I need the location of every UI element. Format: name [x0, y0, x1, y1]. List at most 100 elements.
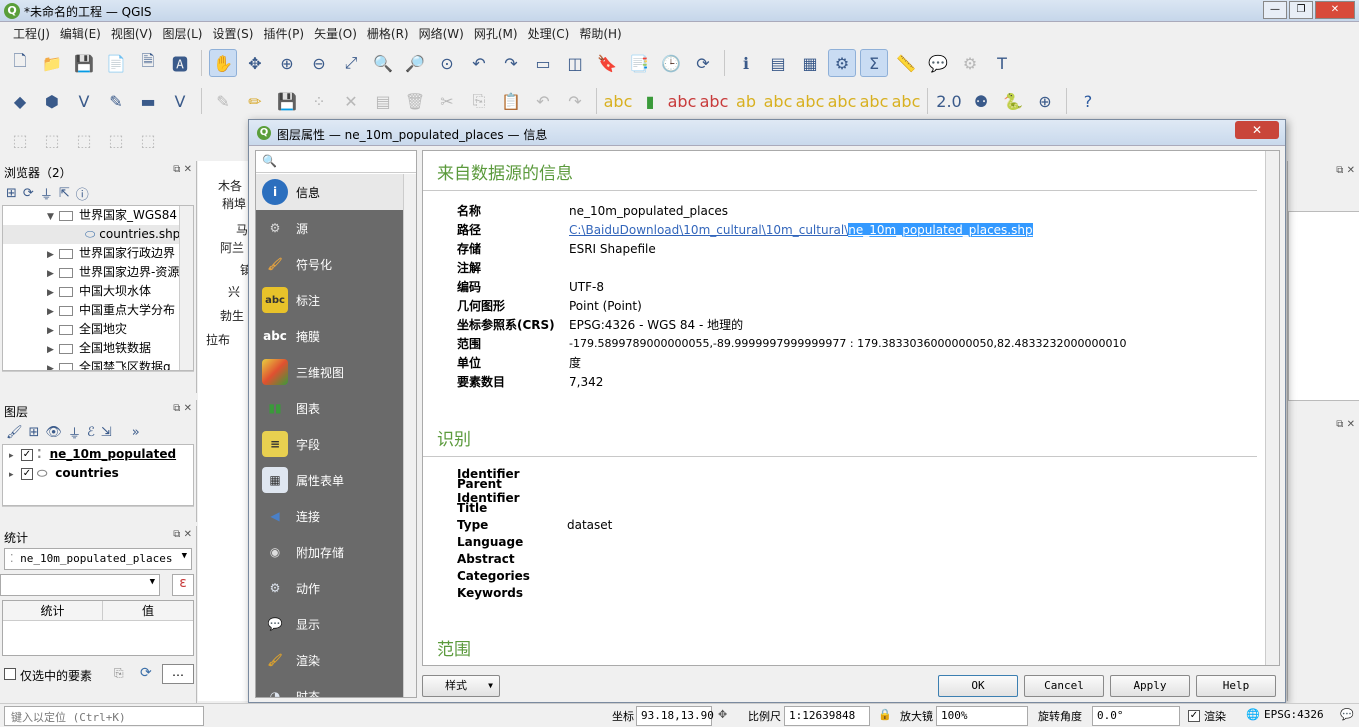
path-link-selected[interactable]: ne_10m_populated_places.shp — [848, 222, 1033, 237]
nav-item-masks[interactable]: abc 掩膜 — [256, 318, 404, 354]
add-part-icon[interactable]: ⬚ — [6, 126, 34, 154]
help-button[interactable]: Help — [1196, 675, 1276, 697]
virtual-layer-icon[interactable]: V — [166, 87, 194, 115]
redo-icon[interactable]: ↷ — [561, 87, 589, 115]
label-toolbar-icon[interactable]: abc — [604, 87, 633, 115]
deselect-icon[interactable]: ⬚ — [102, 126, 130, 154]
content-scrollbar[interactable] — [1265, 151, 1279, 665]
highlight-labels-icon[interactable]: abc — [700, 87, 729, 115]
locator-search-input[interactable]: 键入以定位 (Ctrl+K) — [4, 706, 204, 726]
new-layer-icon[interactable]: ⬢ — [38, 87, 66, 115]
close-window-button[interactable]: ✕ — [1315, 1, 1355, 19]
zoom-in-icon[interactable]: ⊕ — [273, 49, 301, 77]
zoom-last-icon[interactable]: ↶ — [465, 49, 493, 77]
add-selected-layers-icon[interactable]: ⊞ — [6, 186, 17, 201]
collapse-all-icon[interactable]: ⇱ — [59, 186, 70, 201]
menu-mesh[interactable]: 网孔(M) — [469, 22, 523, 44]
pan-to-selection-icon[interactable]: ✥ — [241, 49, 269, 77]
dock-float-close-icon[interactable]: ⧉ ✕ — [1336, 419, 1355, 430]
save-project-icon[interactable]: 💾 — [70, 49, 98, 77]
identify-features-icon[interactable]: ℹ — [732, 49, 760, 77]
new-map-view-icon[interactable]: ▭ — [529, 49, 557, 77]
nav-item-actions[interactable]: ⚙ 动作 — [256, 570, 404, 606]
filter-expression-icon[interactable]: ℰ — [87, 425, 95, 440]
nav-item-auxiliary-storage[interactable]: ◉ 附加存储 — [256, 534, 404, 570]
layers-hscrollbar[interactable] — [2, 506, 194, 520]
nav-item-attributes-form[interactable]: ▦ 属性表单 — [256, 462, 404, 498]
zoom-next-icon[interactable]: ↷ — [497, 49, 525, 77]
refresh-icon[interactable]: ⟳ — [23, 186, 34, 201]
processing-toolbox-icon[interactable]: ⚙ — [828, 49, 856, 77]
cut-features-icon[interactable]: ✂ — [433, 87, 461, 115]
open-attribute-table-icon[interactable]: ▤ — [764, 49, 792, 77]
tree-item[interactable]: ▶ 世界国家行政边界 — [3, 244, 193, 263]
nav-item-rendering[interactable]: 🖌 渲染 — [256, 642, 404, 678]
layout-manager-icon[interactable]: 🗎 — [134, 49, 162, 77]
dock-float-close-icon[interactable]: ⧉ ✕ — [173, 164, 192, 175]
label-settings-icon[interactable]: abc — [892, 87, 921, 115]
open-project-icon[interactable]: 📁 — [38, 49, 66, 77]
coordinate-capture-icon[interactable]: 2.0 — [935, 87, 963, 115]
ok-button[interactable]: OK — [938, 675, 1018, 697]
menu-settings[interactable]: 设置(S) — [208, 22, 259, 44]
expression-icon[interactable]: ε — [172, 574, 194, 596]
label-properties-icon[interactable]: abc — [860, 87, 889, 115]
style-manager-icon[interactable]: 🅰 — [166, 49, 194, 77]
field-calculator-icon[interactable]: ▦ — [796, 49, 824, 77]
show-bookmarks-icon[interactable]: 📑 — [625, 49, 653, 77]
measure-icon[interactable]: 📏 — [892, 49, 920, 77]
new-project-icon[interactable]: 🗋 — [6, 49, 34, 77]
cancel-button[interactable]: Cancel — [1024, 675, 1104, 697]
filter-legend-icon[interactable]: ⏚ — [68, 423, 81, 442]
browser-hscrollbar[interactable] — [2, 371, 194, 385]
map-canvas[interactable]: 木各 稍埠 马 阿兰 镇 兴 勃生 拉布 — [198, 161, 250, 701]
select-by-value-icon[interactable]: ⬚ — [70, 126, 98, 154]
plugin-manager-icon[interactable]: ⚉ — [967, 87, 995, 115]
menu-raster[interactable]: 栅格(R) — [362, 22, 414, 44]
browser-scrollbar[interactable] — [179, 206, 193, 370]
menu-layer[interactable]: 图层(L) — [157, 22, 207, 44]
layer-item[interactable]: ▸ ✓ ⬭ countries — [3, 464, 193, 483]
nav-item-temporal[interactable]: ◔ 时态 — [256, 678, 404, 697]
crs-globe-icon[interactable]: 🌐 — [1246, 708, 1260, 721]
map-tips-icon[interactable]: 💬 — [924, 49, 952, 77]
add-feature-icon[interactable]: ⁘ — [305, 87, 333, 115]
menu-help[interactable]: 帮助(H) — [574, 22, 626, 44]
help-icon[interactable]: ? — [1074, 87, 1102, 115]
dock-float-close-icon[interactable]: ⧉ ✕ — [173, 403, 192, 414]
nav-item-3d-view[interactable]: 三维视图 — [256, 354, 404, 390]
annotation-icon[interactable]: ⚙ — [956, 49, 984, 77]
copy-icon[interactable]: ⎘ — [114, 666, 124, 681]
restore-button[interactable]: ❐ — [1289, 1, 1313, 19]
tree-item[interactable]: ▶ 全国地铁数据 — [3, 339, 193, 358]
info-icon[interactable]: ⓘ — [76, 184, 89, 203]
rotate-label-icon[interactable]: abc — [764, 87, 793, 115]
menu-edit[interactable]: 编辑(E) — [55, 22, 106, 44]
layer-visibility-checkbox[interactable]: ✓ — [21, 448, 33, 461]
only-selected-checkbox[interactable] — [4, 668, 16, 680]
quickmapservices-icon[interactable]: ⊕ — [1031, 87, 1059, 115]
new-bookmark-icon[interactable]: 🔖 — [593, 49, 621, 77]
nav-scrollbar[interactable] — [403, 174, 416, 697]
nav-item-joins[interactable]: ◀ 连接 — [256, 498, 404, 534]
select-features-icon[interactable]: ⬚ — [38, 126, 66, 154]
modify-attributes-icon[interactable]: ▤ — [369, 87, 397, 115]
nav-item-diagrams[interactable]: ▮▮ 图表 — [256, 390, 404, 426]
menu-processing[interactable]: 处理(C) — [523, 22, 575, 44]
stats-field-select[interactable]: ▼ — [0, 574, 160, 596]
delete-selected-icon[interactable]: 🗑 — [401, 87, 429, 115]
zoom-to-layer-icon[interactable]: 🔎 — [401, 49, 429, 77]
nav-item-display[interactable]: 💬 显示 — [256, 606, 404, 642]
statistical-summary-icon[interactable]: Σ — [860, 49, 888, 77]
apply-button[interactable]: Apply — [1110, 675, 1190, 697]
layer-item[interactable]: ▸ ✓ ⁚ ne_10m_populated — [3, 445, 193, 464]
dock-float-close-icon[interactable]: ⧉ ✕ — [1336, 165, 1355, 176]
rotation-field[interactable]: 0.0° — [1092, 706, 1180, 726]
undo-icon[interactable]: ↶ — [529, 87, 557, 115]
current-edits-icon[interactable]: ✎ — [209, 87, 237, 115]
more-icon[interactable]: » — [132, 425, 140, 440]
nav-item-information[interactable]: i 信息 — [256, 174, 404, 210]
magnifier-field[interactable]: 100% — [936, 706, 1028, 726]
new-3d-map-view-icon[interactable]: ◫ — [561, 49, 589, 77]
stats-col-header[interactable]: 统计 — [3, 601, 103, 620]
